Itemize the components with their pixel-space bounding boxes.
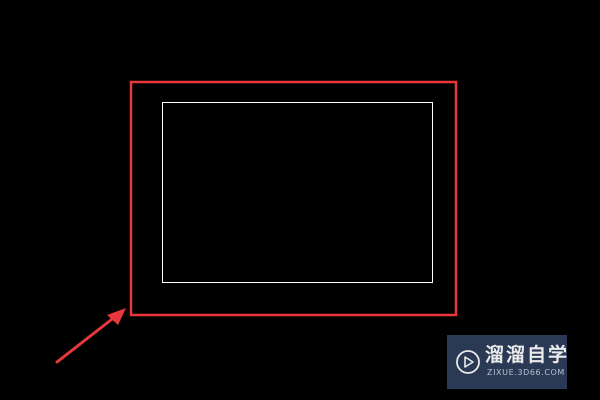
highlight-frame xyxy=(129,80,458,317)
watermark-url: ZIXUE.3D66.COM xyxy=(487,368,565,377)
annotation-arrow xyxy=(55,308,126,364)
watermark-badge: 溜溜自学 ZIXUE.3D66.COM xyxy=(447,335,567,389)
play-logo-icon xyxy=(456,350,480,374)
watermark-title: 溜溜自学 xyxy=(485,344,570,366)
drawn-rectangle[interactable] xyxy=(162,102,433,283)
